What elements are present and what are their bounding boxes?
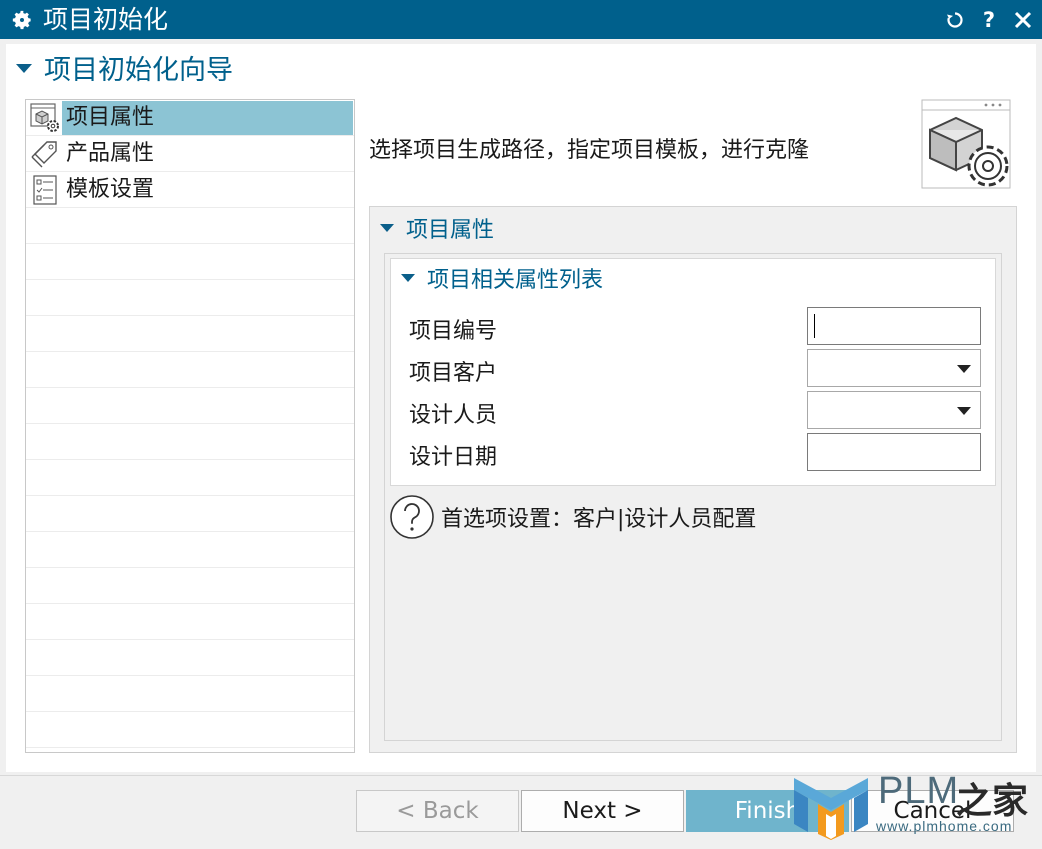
panel-header[interactable]: 项目属性 (380, 213, 494, 243)
wizard-header[interactable]: 项目初始化向导 (16, 48, 233, 86)
wizard-title: 项目初始化向导 (44, 54, 233, 86)
field-label: 项目编号 (409, 319, 498, 344)
hint-text: 首选项设置：客户|设计人员配置 (441, 507, 757, 532)
project-number-input[interactable] (807, 307, 981, 345)
list-item (26, 676, 354, 712)
step-item-template-settings[interactable]: 模板设置 (26, 172, 354, 208)
reset-icon[interactable] (944, 9, 966, 31)
text-caret (814, 314, 815, 338)
list-item (26, 388, 354, 424)
project-client-dropdown[interactable] (807, 349, 981, 387)
list-item (26, 712, 354, 748)
list-item (26, 280, 354, 316)
chevron-down-icon[interactable] (957, 407, 971, 415)
plm-logo-icon (794, 778, 868, 840)
group-header[interactable]: 项目相关属性列表 (401, 263, 603, 293)
list-item (26, 208, 354, 244)
list-item (26, 424, 354, 460)
title-bar: 项目初始化 ? (0, 0, 1042, 39)
step-label: 项目属性 (62, 100, 353, 135)
list-item (26, 352, 354, 388)
close-icon[interactable] (1012, 9, 1034, 31)
field-design-date: 设计日期 (409, 433, 984, 473)
step-item-project-properties[interactable]: 项目属性 (26, 100, 354, 136)
list-item (26, 640, 354, 676)
step-item-product-properties[interactable]: 产品属性 (26, 136, 354, 172)
window-controls: ? (944, 0, 1034, 39)
attribute-group: 项目相关属性列表 项目编号 项目客户 设计人员 设计日期 (390, 258, 996, 486)
wizard-content: 项目初始化向导 项目属性 产品属性 模板设置 选择项目生成路径，指定项目模板，进… (6, 44, 1036, 772)
plmhome-watermark: PLM 之家 www.plmhome.com (788, 762, 1038, 842)
panel-body: 项目相关属性列表 项目编号 项目客户 设计人员 设计日期 首选项设置：客户|设计… (384, 253, 1002, 741)
watermark-url: www.plmhome.com (876, 818, 1013, 834)
list-item (26, 532, 354, 568)
field-designer: 设计人员 (409, 391, 984, 431)
step-label: 产品属性 (66, 140, 155, 166)
collapse-triangle-icon[interactable] (401, 274, 415, 282)
back-button[interactable]: < Back (356, 790, 519, 832)
collapse-triangle-icon[interactable] (16, 63, 32, 73)
list-item (26, 460, 354, 496)
panel-title: 项目属性 (406, 218, 495, 243)
next-button[interactable]: Next > (521, 790, 684, 832)
question-icon[interactable] (389, 494, 435, 540)
preference-hint[interactable]: 首选项设置：客户|设计人员配置 (389, 494, 756, 540)
designer-dropdown[interactable] (807, 391, 981, 429)
list-item (26, 604, 354, 640)
project-setup-icon (920, 96, 1018, 194)
chevron-down-icon[interactable] (957, 365, 971, 373)
watermark-brand: PLM (878, 770, 960, 812)
properties-panel: 项目属性 项目相关属性列表 项目编号 项目客户 设计人员 设计日期 首选项设置：… (369, 206, 1017, 753)
tag-icon (28, 137, 62, 171)
field-label: 项目客户 (409, 361, 498, 386)
field-project-client: 项目客户 (409, 349, 984, 389)
list-item (26, 244, 354, 280)
step-label: 模板设置 (66, 176, 155, 202)
collapse-triangle-icon[interactable] (380, 224, 394, 232)
cube-gear-icon (28, 101, 62, 135)
list-item (26, 568, 354, 604)
list-item (26, 316, 354, 352)
group-title: 项目相关属性列表 (427, 268, 604, 293)
window-title: 项目初始化 (43, 5, 169, 34)
step-description: 选择项目生成路径，指定项目模板，进行克隆 (369, 138, 810, 163)
field-label: 设计人员 (409, 403, 498, 428)
watermark-cn: 之家 (956, 780, 1029, 822)
list-item (26, 496, 354, 532)
design-date-input[interactable] (807, 433, 981, 471)
field-project-number: 项目编号 (409, 307, 984, 347)
checklist-icon (28, 173, 62, 207)
gear-icon (9, 7, 35, 33)
field-label: 设计日期 (409, 445, 498, 470)
step-list: 项目属性 产品属性 模板设置 (25, 99, 355, 753)
help-icon[interactable]: ? (978, 8, 1000, 32)
